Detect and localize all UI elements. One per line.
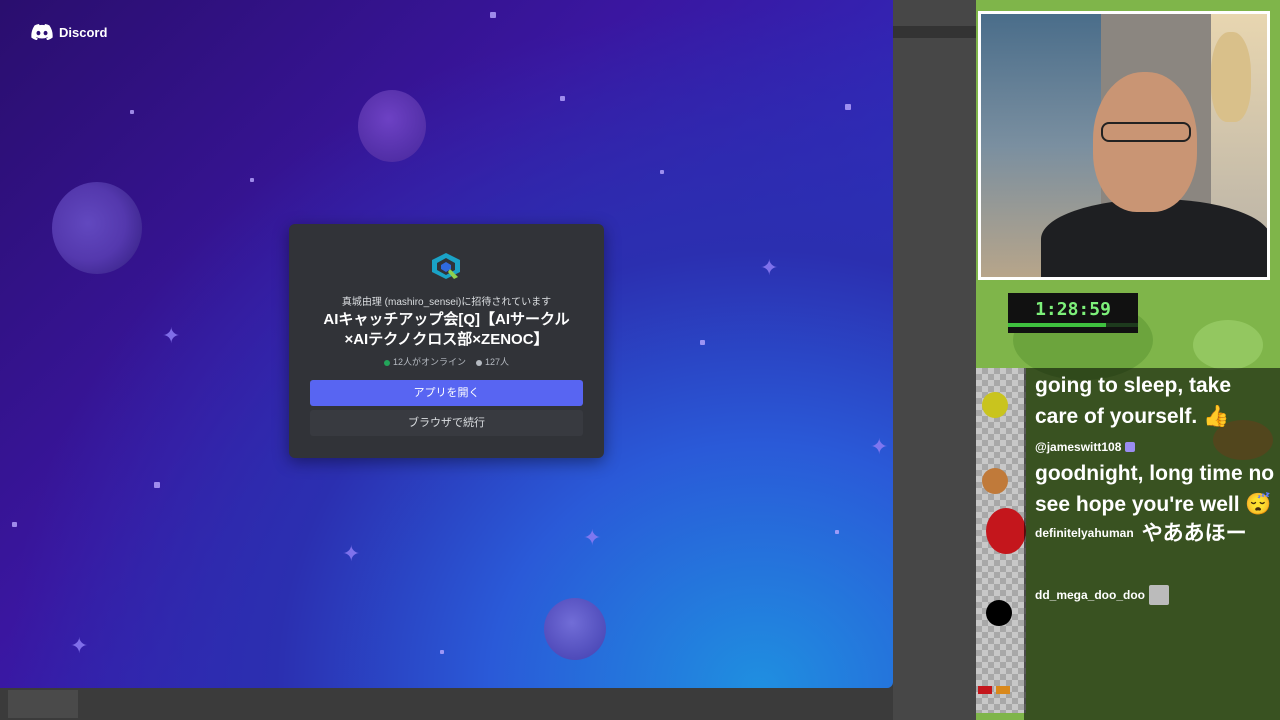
- star: [660, 170, 664, 174]
- inviter-text: 真城由理 (mashiro_sensei)に招待されています: [341, 297, 552, 308]
- status-bar-segment: [8, 690, 78, 718]
- orange-blob: [982, 468, 1008, 494]
- star: [490, 12, 496, 18]
- online-count-text: 12人がオンライン: [392, 357, 466, 367]
- chat-username: definitelyahuman: [1035, 526, 1134, 540]
- star: [700, 340, 705, 345]
- member-count: 127人: [475, 355, 510, 368]
- red-swatch: [978, 686, 992, 694]
- glasses: [1101, 122, 1191, 142]
- member-dot-icon: [475, 359, 482, 366]
- app-gray-panel: [893, 0, 976, 720]
- potion-orb: [544, 598, 606, 660]
- app-toolbar: [893, 26, 976, 38]
- open-app-button[interactable]: アプリを開く: [310, 380, 583, 406]
- timer-progress-bar: [1008, 323, 1138, 327]
- discord-logo-icon: [31, 24, 53, 40]
- star: [250, 178, 254, 182]
- chat-username: @jameswitt108: [1035, 440, 1122, 454]
- sparkle-icon: ✦: [870, 435, 889, 460]
- server-logo-icon: [432, 253, 460, 279]
- invite-card: 真城由理 (mashiro_sensei)に招待されています AIキャッチアップ…: [289, 224, 604, 458]
- online-dot-icon: [383, 359, 390, 366]
- sparkle-icon: ✦: [70, 634, 89, 659]
- sparkle-icon: ✦: [162, 324, 181, 349]
- server-name-line: ×AIテクノクロス部×ZENOC】: [344, 331, 549, 348]
- star: [130, 110, 134, 114]
- chat-message-text: やああほー: [1141, 521, 1247, 545]
- orange-swatch: [996, 686, 1010, 694]
- black-blob: [986, 600, 1012, 626]
- star: [845, 104, 851, 110]
- star: [560, 96, 565, 101]
- chat-message-text: goodnight, long time no see hope you're …: [1035, 462, 1275, 516]
- online-count: 12人がオンライン: [383, 355, 466, 368]
- server-name-line: AIキャッチアップ会[Q]【AIサークル: [323, 311, 570, 328]
- teddy-bear: [1211, 32, 1251, 122]
- chat-message-text: going to sleep, take care of yourself. 👍: [1035, 374, 1232, 428]
- potion-orb: [358, 90, 426, 162]
- chat-user-row: @jameswitt108: [1024, 436, 1280, 458]
- star: [440, 650, 444, 654]
- stream-timer: 1:28:59: [1008, 293, 1138, 333]
- discord-brand[interactable]: Discord: [31, 24, 107, 40]
- sparkle-icon: ✦: [760, 256, 779, 281]
- bubble-orb: [52, 182, 142, 274]
- discord-invite-page: ✦ ✦ ✦ ✦ ✦ ✦ Discord 真城由理 (mashiro_sensei…: [0, 0, 893, 688]
- discord-wordmark: Discord: [59, 24, 108, 40]
- star: [154, 482, 160, 488]
- star: [12, 522, 17, 527]
- overlay-decoration: [1193, 320, 1263, 370]
- sparkle-icon: ✦: [583, 526, 602, 551]
- continue-in-browser-button[interactable]: ブラウザで続行: [310, 410, 583, 436]
- chat-username: dd_mega_doo_doo: [1035, 588, 1146, 602]
- timer-value: 1:28:59: [1035, 299, 1111, 320]
- star: [835, 530, 839, 534]
- sparkle-icon: ✦: [342, 542, 361, 567]
- chat-user-row: definitelyahuman やああほー: [1024, 522, 1280, 545]
- red-blob: [986, 508, 1026, 554]
- transparent-canvas: [976, 368, 1026, 713]
- app-status-bar: [0, 688, 893, 720]
- subscriber-badge-icon: [1125, 442, 1136, 452]
- webcam-feed: [978, 11, 1270, 280]
- yellow-blob: [982, 392, 1008, 418]
- user-avatar: [1149, 585, 1170, 605]
- member-count-text: 127人: [484, 357, 510, 367]
- server-name: AIキャッチアップ会[Q]【AIサークル ×AIテクノクロス部×ZENOC】: [299, 310, 594, 350]
- chat-user-row: dd_mega_doo_doo: [1024, 584, 1280, 606]
- stream-chat: going to sleep, take care of yourself. 👍…: [1024, 368, 1280, 720]
- server-stats: 12人がオンライン 127人: [289, 355, 604, 368]
- person-head: [1093, 72, 1197, 212]
